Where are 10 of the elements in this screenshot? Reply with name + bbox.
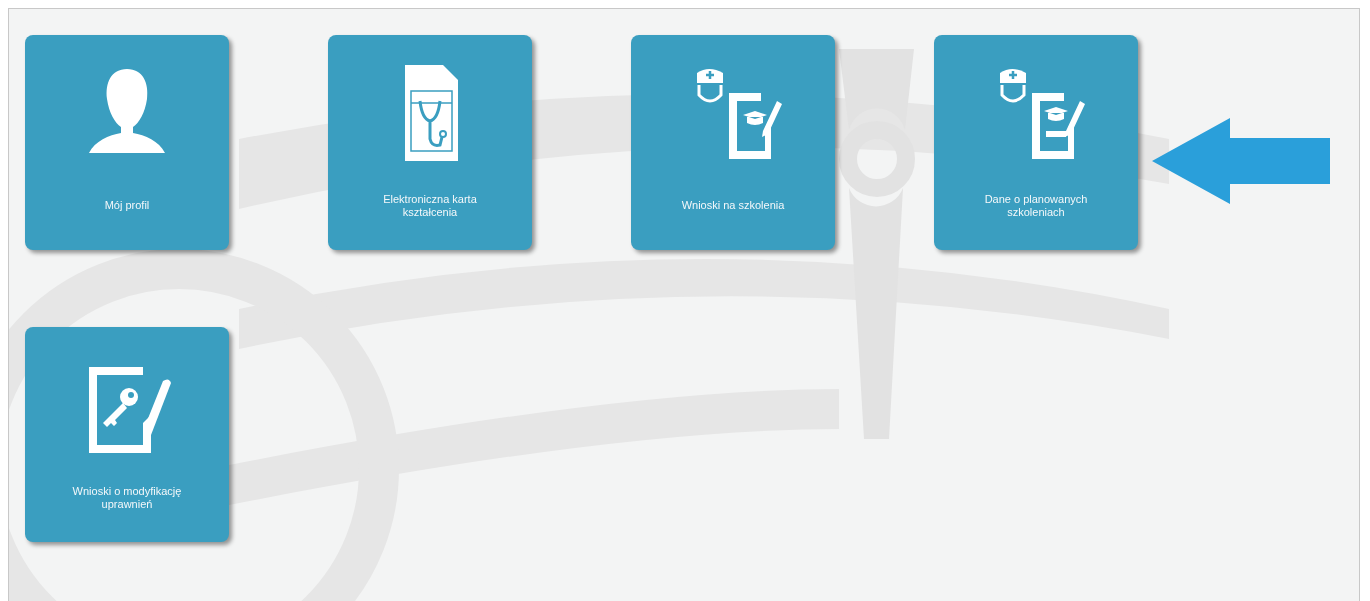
tile-label: Wnioski na szkolenia bbox=[681, 199, 785, 212]
menu-tile[interactable]: Mój profil bbox=[25, 35, 229, 250]
menu-tile[interactable]: Wnioski o modyfikację uprawnień bbox=[25, 327, 229, 542]
tile-label: Mój profil bbox=[104, 199, 150, 212]
menu-tile[interactable]: Elektroniczna karta kształcenia bbox=[328, 35, 532, 250]
menu-tile[interactable]: Dane o planowanych szkoleniach bbox=[934, 35, 1138, 250]
tile-label: Dane o planowanych szkoleniach bbox=[983, 192, 1089, 219]
tile-label: Wnioski o modyfikację uprawnień bbox=[71, 484, 183, 511]
tile-label: Elektroniczna karta kształcenia bbox=[382, 192, 478, 219]
menu-tile[interactable]: Wnioski na szkolenia bbox=[631, 35, 835, 250]
